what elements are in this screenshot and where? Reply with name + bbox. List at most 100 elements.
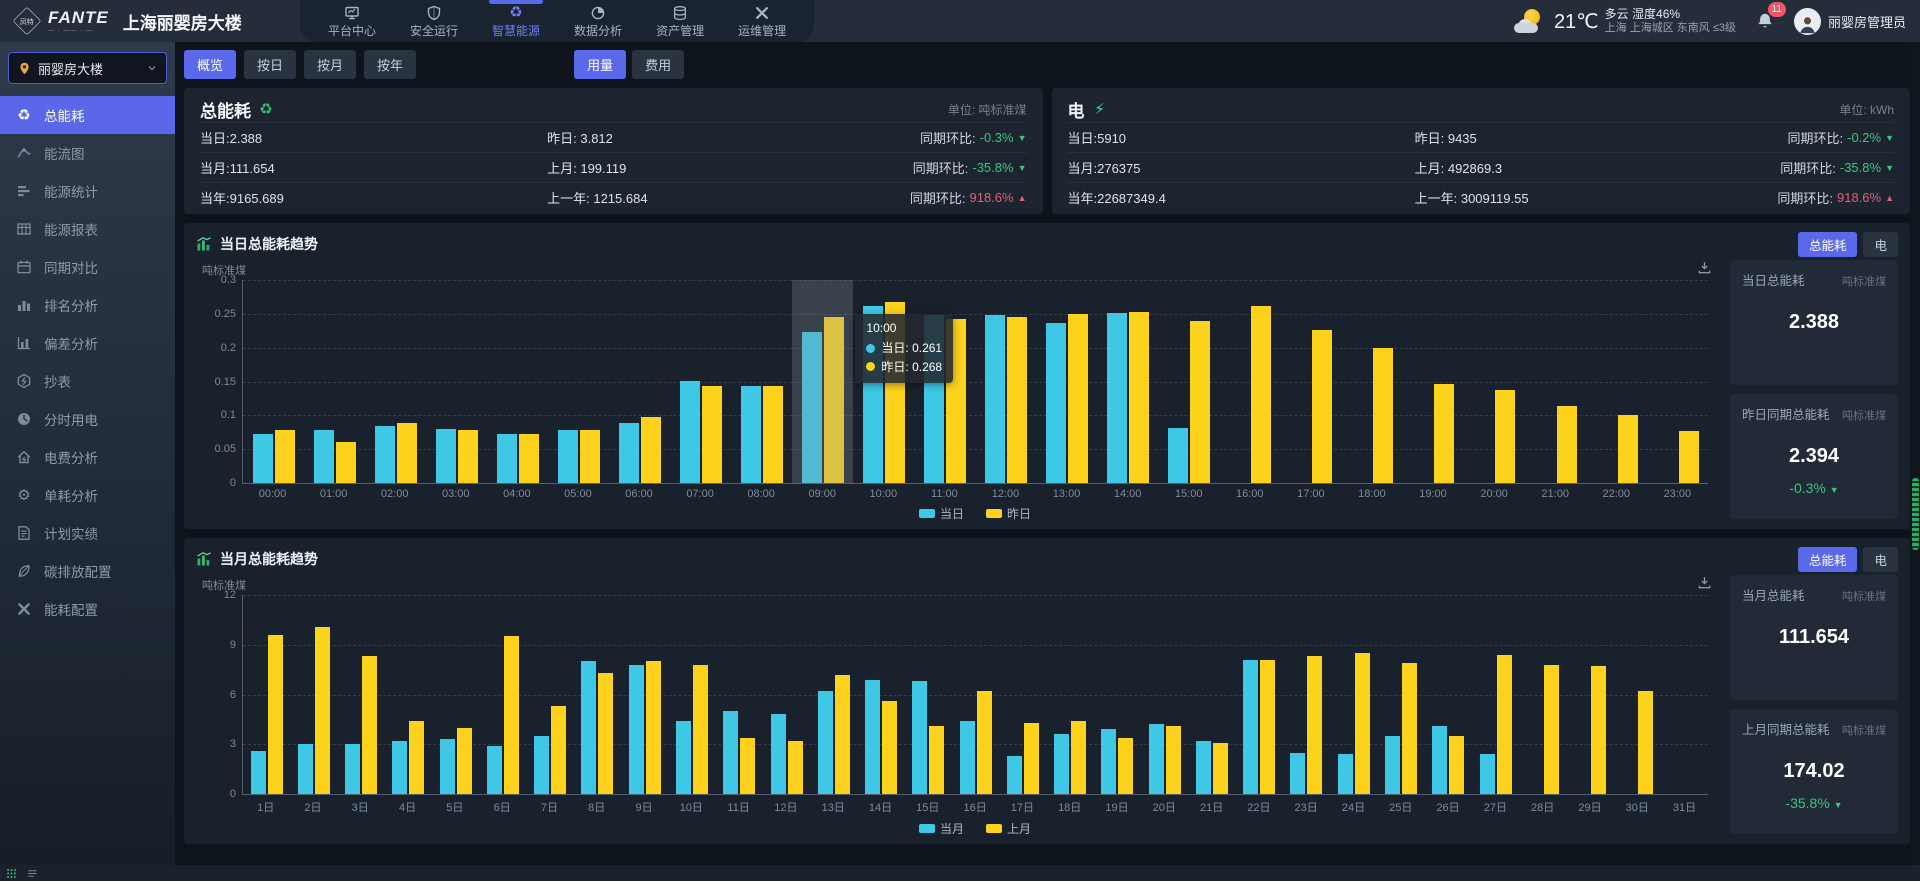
- chart-tab[interactable]: 总能耗: [1798, 232, 1858, 257]
- plot-area[interactable]: 129630: [242, 595, 1708, 795]
- bar: [392, 741, 407, 794]
- summary-cell: 当年:22687349.4: [1068, 188, 1415, 207]
- grid-dots-icon[interactable]: [6, 868, 17, 879]
- legend-item[interactable]: 上月: [986, 820, 1031, 837]
- x-axis-labels: 00:0001:0002:0003:0004:0005:0006:0007:00…: [242, 488, 1708, 500]
- mode-tab[interactable]: 用量: [574, 50, 626, 79]
- x-tick-label: 06:00: [608, 488, 669, 500]
- sidebar-item[interactable]: 能耗配置: [0, 590, 175, 628]
- nav-item[interactable]: 运维管理: [736, 2, 788, 41]
- smart-energy-icon: ♻: [508, 5, 524, 21]
- bar: [598, 673, 613, 794]
- sidebar-item[interactable]: 分时用电: [0, 400, 175, 438]
- view-tabs: 概览按日按月按年: [184, 50, 416, 79]
- x-tick-label: 14:00: [1097, 488, 1158, 500]
- nav-item[interactable]: ♻智慧能源: [490, 2, 542, 41]
- list-icon[interactable]: [27, 868, 38, 879]
- download-icon[interactable]: [1697, 260, 1712, 275]
- panel-unit: 吨标准煤: [1842, 273, 1886, 289]
- bar: [1290, 753, 1305, 794]
- chart-side-panel: 当日总能耗 吨标准煤 2.388 昨日同期总能耗 吨标准煤 2.394 -0.3…: [1730, 258, 1898, 525]
- chart-card: 当月总能耗趋势 总能耗电 吨标准煤 129630 1日2日3日4日5日6日7日8…: [184, 538, 1910, 844]
- bar: [676, 721, 691, 794]
- y-tick-label: 0: [230, 477, 236, 489]
- download-icon[interactable]: [1697, 575, 1712, 590]
- sidebar-item[interactable]: 能流图: [0, 134, 175, 172]
- nav-item[interactable]: 安全运行: [408, 2, 460, 41]
- legend-item[interactable]: 昨日: [986, 505, 1031, 522]
- lightning-icon: ⚡: [1092, 102, 1108, 118]
- nav-item[interactable]: 资产管理: [654, 2, 706, 41]
- user-menu[interactable]: 丽婴房管理员: [1794, 8, 1906, 35]
- sidebar-item[interactable]: 同期对比: [0, 248, 175, 286]
- nav-item[interactable]: 数据分析: [572, 2, 624, 41]
- bar: [702, 386, 722, 483]
- bar: [409, 721, 424, 794]
- bar-group: [1464, 280, 1525, 483]
- bar: [1196, 741, 1211, 794]
- view-tab[interactable]: 按日: [244, 50, 296, 79]
- bar: [275, 430, 295, 483]
- sidebar-item[interactable]: 偏差分析: [0, 324, 175, 362]
- x-tick-label: 19日: [1093, 799, 1140, 815]
- bar: [1307, 656, 1322, 794]
- view-tab[interactable]: 按月: [304, 50, 356, 79]
- chart-tab[interactable]: 总能耗: [1798, 547, 1858, 572]
- chart-tab[interactable]: 电: [1863, 547, 1898, 572]
- plot-area[interactable]: 0.30.250.20.150.10.050 10:00当日: 0.261昨日:…: [242, 280, 1708, 484]
- y-tick-label: 0.25: [215, 308, 236, 320]
- bar: [1544, 665, 1559, 794]
- scrollbar-thumb[interactable]: [1912, 478, 1919, 550]
- safe-operation-icon: [426, 5, 442, 21]
- view-tab[interactable]: 概览: [184, 50, 236, 79]
- energy-flow-icon: [16, 145, 32, 161]
- sidebar-item[interactable]: 电费分析: [0, 438, 175, 476]
- legend-item[interactable]: 当月: [919, 820, 964, 837]
- x-tick-label: 20:00: [1464, 488, 1525, 500]
- rate-value: 918.6%: [1837, 190, 1881, 205]
- recycle-icon: ♻: [258, 102, 274, 118]
- sidebar-item[interactable]: 抄表: [0, 362, 175, 400]
- sidebar-item-label: 偏差分析: [44, 333, 98, 353]
- sidebar-item[interactable]: ⚙单耗分析: [0, 476, 175, 514]
- sidebar-item[interactable]: 计划实绩: [0, 514, 175, 552]
- mode-tab[interactable]: 费用: [632, 50, 684, 79]
- sidebar-item[interactable]: 碳排放配置: [0, 552, 175, 590]
- nav-item-label: 平台中心: [328, 22, 376, 39]
- sidebar-item[interactable]: 能源统计: [0, 172, 175, 210]
- x-tick-label: 18日: [1046, 799, 1093, 815]
- panel-value: 2.388: [1742, 311, 1886, 334]
- bar-group: [1281, 280, 1342, 483]
- bar: [1312, 330, 1332, 483]
- x-tick-label: 8日: [573, 799, 620, 815]
- chart-tab[interactable]: 电: [1863, 232, 1898, 257]
- main-content: 概览按日按月按年 用量费用 总能耗 ♻ 单位: 吨标准煤 当日:2.388 昨日…: [175, 42, 1910, 865]
- sidebar-item[interactable]: 能源报表: [0, 210, 175, 248]
- x-tick-label: 1日: [242, 799, 289, 815]
- legend-item[interactable]: 当日: [919, 505, 964, 522]
- bar-group: [731, 280, 792, 483]
- panel-label: 昨日同期总能耗: [1742, 404, 1830, 423]
- x-tick-label: 2日: [289, 799, 336, 815]
- rate-label: 同期环比:: [1780, 158, 1836, 177]
- legend-label: 当月: [940, 820, 964, 837]
- nav-item[interactable]: 平台中心: [326, 2, 378, 41]
- bar: [345, 744, 360, 794]
- building-selector[interactable]: 丽婴房大楼: [8, 52, 167, 84]
- view-tab[interactable]: 按年: [364, 50, 416, 79]
- bar: [741, 386, 761, 483]
- bar: [1355, 653, 1370, 794]
- x-tick-label: 13:00: [1036, 488, 1097, 500]
- sidebar-item[interactable]: ♻总能耗: [0, 96, 175, 134]
- bar-group: [716, 595, 763, 794]
- sidebar-item[interactable]: 排名分析: [0, 286, 175, 324]
- panel-rate: -35.8% ▼: [1742, 795, 1886, 811]
- bar-group: [385, 595, 432, 794]
- arrow-up-icon: ▲: [1018, 193, 1027, 203]
- notification-bell[interactable]: 11: [1752, 8, 1778, 34]
- summary-row: 当年:22687349.4 上一年: 3009119.55 同期环比: 918.…: [1068, 182, 1895, 212]
- x-tick-label: 6日: [478, 799, 525, 815]
- bar-group: [243, 280, 304, 483]
- rate-label: 同期环比:: [1777, 188, 1833, 207]
- bar: [534, 736, 549, 794]
